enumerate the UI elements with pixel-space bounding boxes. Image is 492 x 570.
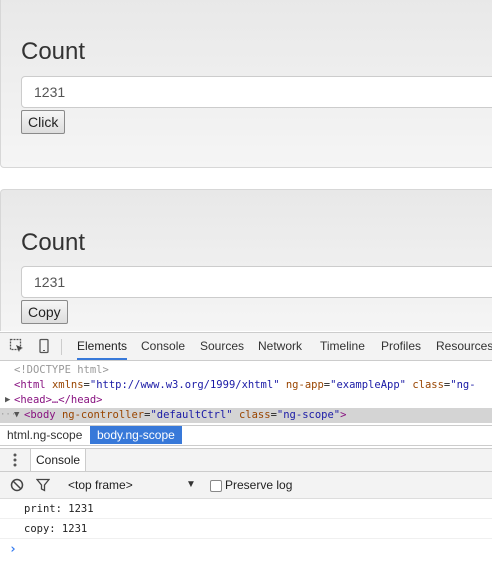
count-panel-click: Count Click bbox=[0, 0, 492, 168]
count-input[interactable] bbox=[21, 76, 492, 108]
breadcrumb-html[interactable]: html.ng-scope bbox=[0, 426, 89, 444]
dom-node-body[interactable]: ··· ▼ <body ng-controller="defaultCtrl" … bbox=[0, 408, 492, 423]
console-output: print: 1231 copy: 1231 › bbox=[0, 499, 492, 570]
console-log-line: copy: 1231 bbox=[0, 519, 492, 539]
dom-node-html[interactable]: <html xmlns="http://www.w3.org/1999/xhtm… bbox=[0, 378, 492, 393]
device-mode-icon[interactable] bbox=[36, 338, 52, 354]
tab-network[interactable]: Network bbox=[258, 333, 302, 360]
drawer-tabbar: Console bbox=[0, 448, 492, 472]
attr-name: ng-app bbox=[285, 379, 324, 391]
devtools-tabbar: Elements Console Sources Network Timelin… bbox=[0, 333, 492, 361]
tab-sources[interactable]: Sources bbox=[200, 333, 244, 360]
panel-title: Count bbox=[21, 229, 86, 256]
html-tag: <html bbox=[14, 379, 46, 391]
clear-console-icon[interactable] bbox=[10, 478, 24, 492]
expand-triangle-icon[interactable]: ▶ bbox=[5, 393, 10, 408]
tab-profiles[interactable]: Profiles bbox=[381, 333, 421, 360]
console-log-line: print: 1231 bbox=[0, 499, 492, 519]
drawer-tab-console[interactable]: Console bbox=[30, 449, 87, 471]
head-tag: <head>…</head> bbox=[14, 394, 103, 406]
console-prompt-icon[interactable]: › bbox=[9, 540, 17, 560]
preserve-log-checkbox[interactable] bbox=[210, 480, 222, 492]
tab-elements[interactable]: Elements bbox=[77, 333, 128, 360]
frame-select[interactable]: <top frame> bbox=[68, 472, 133, 498]
panel-title: Count bbox=[21, 38, 86, 65]
tab-console[interactable]: Console bbox=[141, 333, 185, 360]
tab-timeline[interactable]: Timeline bbox=[320, 333, 365, 360]
inspect-element-icon[interactable] bbox=[9, 338, 25, 354]
count-input[interactable] bbox=[21, 266, 492, 298]
attr-value: "ng-scope" bbox=[276, 409, 341, 421]
kebab-menu-icon[interactable] bbox=[13, 453, 17, 467]
devtools-panel: Elements Console Sources Network Timelin… bbox=[0, 332, 492, 570]
attr-name: xmlns bbox=[51, 379, 84, 391]
attr-name: class bbox=[412, 379, 444, 391]
attr-name: class bbox=[238, 409, 271, 421]
attr-value: "exampleApp" bbox=[330, 379, 406, 391]
attr-value: "defaultCtrl" bbox=[150, 409, 233, 421]
dom-node-head[interactable]: ▶ <head>…</head> bbox=[0, 393, 492, 408]
breadcrumb-body[interactable]: body.ng-scope bbox=[90, 426, 182, 444]
attr-name: ng-controller bbox=[61, 409, 145, 421]
attr-value: "http://www.w3.org/1999/xhtml" bbox=[89, 379, 280, 391]
chevron-down-icon[interactable]: ▼ bbox=[186, 472, 196, 498]
count-panel-copy: Count Copy bbox=[0, 189, 492, 331]
tab-resources[interactable]: Resources bbox=[436, 333, 492, 360]
preserve-log-label: Preserve log bbox=[225, 478, 293, 492]
collapse-triangle-icon[interactable]: ▼ bbox=[14, 408, 19, 423]
body-tag: <body bbox=[24, 409, 56, 421]
dom-node-doctype[interactable]: <!DOCTYPE html> bbox=[0, 363, 492, 378]
elements-tree: <!DOCTYPE html> <html xmlns="http://www.… bbox=[0, 362, 492, 424]
click-button[interactable]: Click bbox=[21, 110, 66, 134]
breadcrumb: html.ng-scope body.ng-scope bbox=[0, 425, 492, 446]
copy-button[interactable]: Copy bbox=[21, 300, 68, 324]
toolbar-divider bbox=[61, 339, 62, 355]
doctype-text: <!DOCTYPE html> bbox=[14, 364, 109, 376]
console-toolbar: <top frame> ▼ Preserve log bbox=[0, 472, 492, 499]
attr-value: "ng- bbox=[450, 379, 476, 391]
filter-icon[interactable] bbox=[35, 478, 51, 492]
tag-close: > bbox=[340, 409, 347, 421]
